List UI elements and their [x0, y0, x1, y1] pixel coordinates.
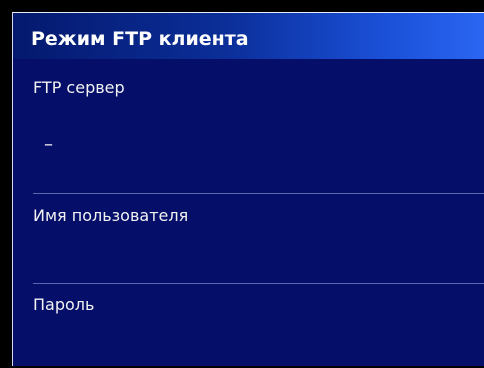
ftp-server-value: – — [44, 134, 53, 155]
page-title: Режим FTP клиента — [31, 28, 249, 50]
password-row[interactable]: Пароль — [13, 284, 484, 366]
ftp-server-label: FTP сервер — [33, 78, 125, 97]
username-row[interactable]: Имя пользователя — [13, 194, 484, 283]
ftp-client-panel: Режим FTP клиента FTP сервер – Имя польз… — [12, 12, 484, 366]
password-label: Пароль — [33, 295, 95, 314]
title-bar: Режим FTP клиента — [13, 13, 484, 59]
screen: Режим FTP клиента FTP сервер – Имя польз… — [0, 0, 484, 368]
ftp-server-row[interactable]: FTP сервер – — [13, 75, 484, 193]
username-label: Имя пользователя — [33, 206, 189, 225]
